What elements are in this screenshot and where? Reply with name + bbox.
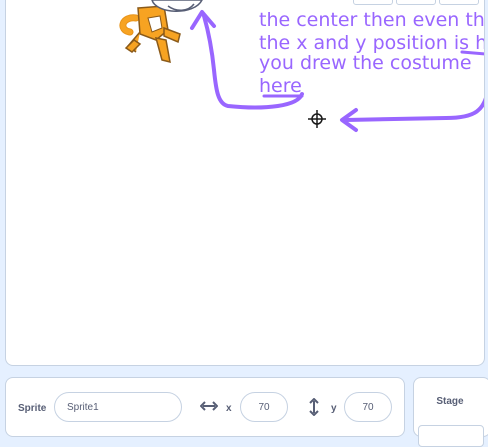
crosshair-icon (308, 110, 326, 128)
sprite-info-panel: Sprite Sprite1 x 70 y 70 (5, 377, 405, 437)
annotation-text-line: here (259, 75, 302, 97)
stage-thumbnail[interactable] (418, 425, 484, 447)
stage-title: Stage (436, 396, 464, 407)
sprite-name-value: Sprite1 (67, 401, 99, 413)
annotation-text-line: you drew the costume (259, 52, 472, 74)
x-label: x (226, 403, 232, 414)
annotation-text-line: the center then even tho (259, 9, 485, 31)
x-position-input[interactable]: 70 (240, 392, 288, 422)
y-label: y (331, 403, 337, 414)
y-value: 70 (362, 401, 374, 413)
vertical-arrows-icon (309, 398, 319, 416)
sprite-label: Sprite (18, 403, 47, 414)
stage-canvas[interactable]: the center then even tho the x and y pos… (5, 0, 485, 366)
annotation-text-line: the x and y position is he (259, 32, 485, 54)
horizontal-arrows-icon (200, 401, 218, 411)
x-value: 70 (258, 401, 270, 413)
y-position-input[interactable]: 70 (344, 392, 392, 422)
stage-panel[interactable]: Stage (413, 377, 488, 447)
sprite-name-input[interactable]: Sprite1 (54, 392, 182, 422)
